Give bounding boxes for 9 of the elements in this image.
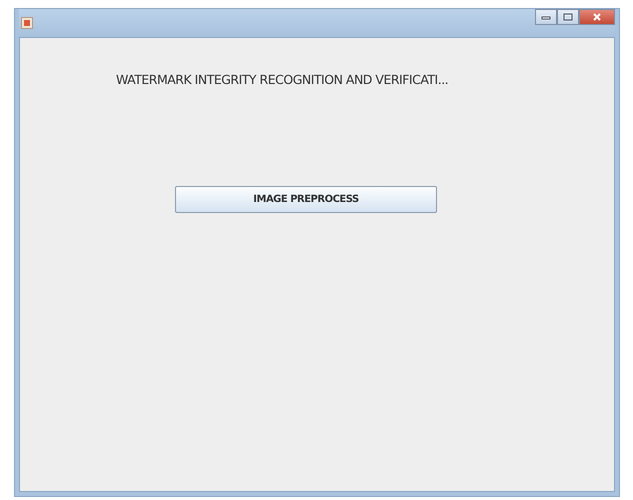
close-button[interactable] — [579, 9, 615, 25]
image-preprocess-button[interactable]: IMAGE PREPROCESS — [175, 186, 437, 213]
heading-text: WATERMARK INTEGRITY RECOGNITION AND VERIFICATI... — [116, 72, 450, 87]
minimize-icon — [541, 14, 551, 20]
maximize-icon — [563, 13, 573, 21]
maximize-button[interactable] — [557, 9, 579, 25]
close-icon — [592, 13, 602, 21]
app-icon — [21, 17, 33, 29]
minimize-button[interactable] — [535, 9, 557, 25]
